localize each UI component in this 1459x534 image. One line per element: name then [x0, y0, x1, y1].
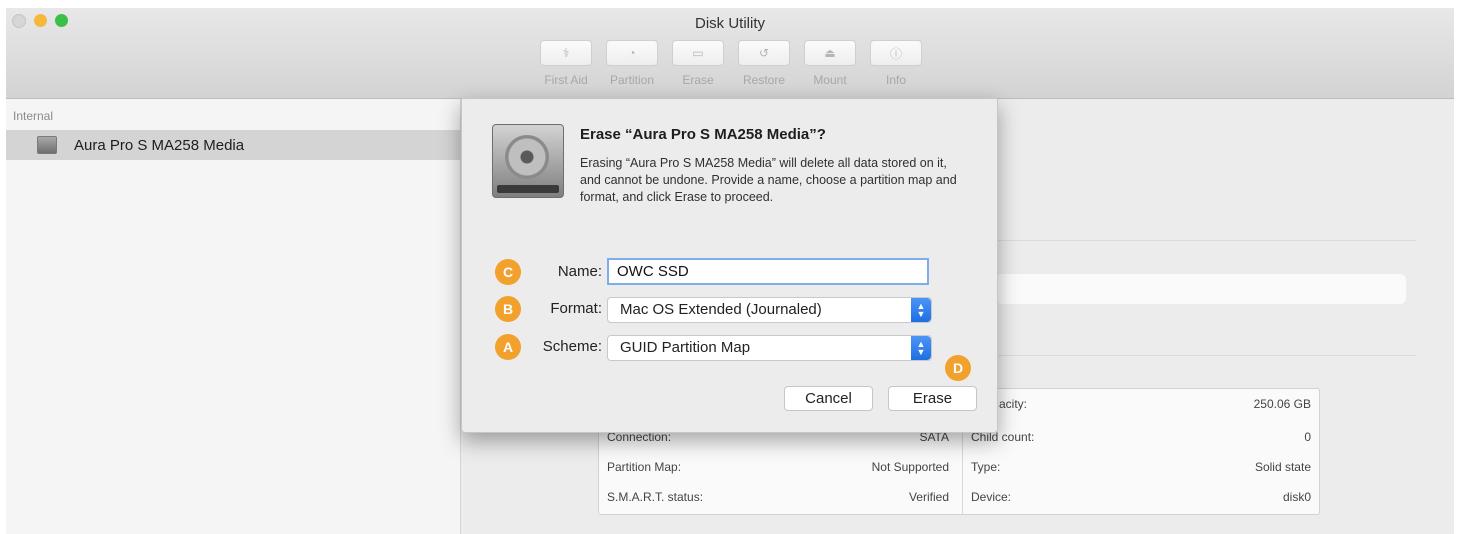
info-left-value: Verified	[908, 490, 949, 504]
scheme-select-value: GUID Partition Map	[620, 339, 751, 356]
info-row: Partition Map: Not Supported Type: Solid…	[599, 452, 1319, 482]
content-divider	[996, 355, 1416, 356]
drive-strip	[497, 185, 559, 193]
callout-badge-c: C	[495, 259, 521, 285]
toolbar-label: Partition	[609, 73, 655, 87]
info-right-label: Device:	[971, 490, 1012, 504]
info-left-label: S.M.A.R.T. status:	[607, 490, 704, 504]
disk-utility-window: Disk Utility ⚕ First Aid ◔ Partition ▭ E…	[6, 8, 1454, 534]
cancel-button[interactable]: Cancel	[784, 386, 873, 411]
toolbar-item-restore[interactable]: ↺ Restore	[731, 40, 797, 87]
dialog-title: Erase “Aura Pro S MA258 Media”?	[580, 126, 826, 143]
toolbar-label: Restore	[742, 73, 786, 87]
toolbar-item-mount[interactable]: ⏏ Mount	[797, 40, 863, 87]
sidebar-item-label: Aura Pro S MA258 Media	[74, 136, 245, 154]
toolbar-label: Mount	[813, 73, 847, 87]
info-right-value: disk0	[1282, 490, 1311, 504]
info-left-value: Not Supported	[871, 460, 949, 474]
toolbar-item-erase[interactable]: ▭ Erase	[665, 40, 731, 87]
callout-badge-b: B	[495, 296, 521, 322]
erase-button[interactable]: Erase	[888, 386, 977, 411]
window-title: Disk Utility	[695, 15, 765, 32]
first-aid-icon[interactable]: ⚕	[540, 40, 592, 66]
info-right-label: acity:	[999, 397, 1028, 411]
hard-drive-icon	[492, 124, 564, 198]
erase-dialog: Erase “Aura Pro S MA258 Media”? Erasing …	[461, 98, 998, 433]
toolbar-item-info[interactable]: ⓘ Info	[863, 40, 929, 87]
dialog-message: Erasing “Aura Pro S MA258 Media” will de…	[580, 156, 957, 204]
erase-icon[interactable]: ▭	[672, 40, 724, 66]
chevron-up-down-icon: ▲ ▼	[911, 336, 931, 360]
info-right-value: Solid state	[1254, 460, 1311, 474]
drive-platter	[505, 135, 549, 179]
toolbar-label: First Aid	[544, 73, 588, 87]
sidebar-section-internal: Internal	[13, 109, 54, 123]
info-right-value: 250.06 GB	[1253, 397, 1311, 411]
toolbar-item-partition[interactable]: ◔ Partition	[599, 40, 665, 87]
toolbar-item-first-aid[interactable]: ⚕ First Aid	[533, 40, 599, 87]
content-divider	[996, 240, 1416, 241]
info-right-value: 0	[1304, 430, 1311, 444]
info-right-label: Type:	[971, 460, 1001, 474]
restore-icon[interactable]: ↺	[738, 40, 790, 66]
name-input[interactable]	[607, 258, 929, 285]
chevron-up-down-icon: ▲ ▼	[911, 298, 931, 322]
content-usage-bar	[996, 274, 1406, 304]
toolbar-label: Info	[885, 73, 906, 87]
callout-badge-a: A	[495, 334, 521, 360]
mount-icon[interactable]: ⏏	[804, 40, 856, 66]
toolbar-label: Erase	[682, 73, 714, 87]
disk-icon	[37, 136, 57, 154]
scheme-label: Scheme:	[542, 338, 602, 355]
partition-icon[interactable]: ◔	[606, 40, 658, 66]
info-row: S.M.A.R.T. status: Verified Device: disk…	[599, 482, 1319, 512]
format-select-value: Mac OS Extended (Journaled)	[620, 301, 822, 318]
callout-badge-d: D	[945, 355, 971, 381]
format-select[interactable]: Mac OS Extended (Journaled) ▲ ▼	[607, 297, 932, 323]
info-icon[interactable]: ⓘ	[870, 40, 922, 66]
toolbar: ⚕ First Aid ◔ Partition ▭ Erase ↺ Restor…	[533, 40, 929, 87]
info-left-label: Partition Map:	[607, 460, 682, 474]
title-bar: Disk Utility ⚕ First Aid ◔ Partition ▭ E…	[6, 8, 1454, 99]
sidebar: Internal Aura Pro S MA258 Media	[6, 99, 461, 534]
sidebar-item-aura-pro[interactable]: Aura Pro S MA258 Media	[6, 130, 460, 160]
name-label: Name:	[557, 263, 602, 280]
scheme-select[interactable]: GUID Partition Map ▲ ▼	[607, 335, 932, 361]
format-label: Format:	[550, 300, 602, 317]
